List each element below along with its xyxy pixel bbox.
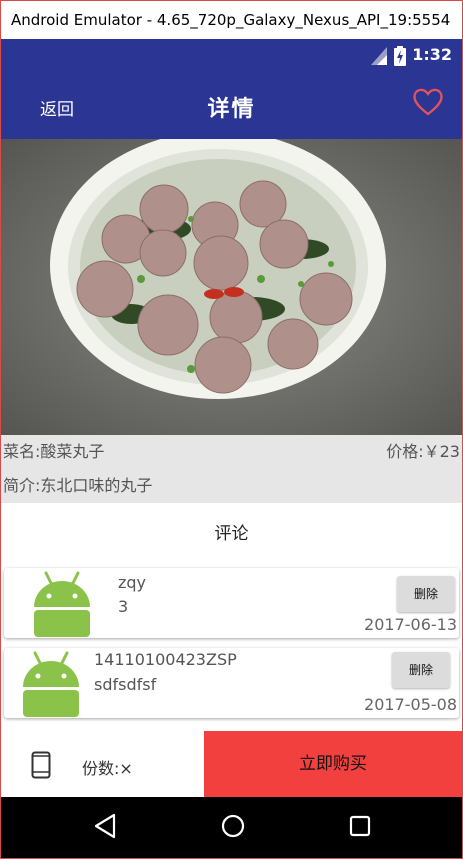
dish-image (1, 139, 462, 435)
status-bar: 1:32 (1, 39, 462, 73)
nav-back-icon[interactable] (93, 813, 117, 839)
signal-icon (371, 47, 387, 65)
comment-card: 14110100423ZSP sdfsdfsf 删除 2017-05-08 (4, 648, 459, 718)
system-nav-bar (1, 797, 462, 858)
comment-text: sdfsdfsf (94, 675, 157, 694)
delete-comment-button[interactable]: 删除 (397, 576, 455, 612)
android-avatar-icon (23, 651, 79, 717)
bottom-bar: 份数:× 立即购买 (1, 731, 462, 797)
app-bar: 返回 详情 (1, 73, 462, 139)
dish-intro: 简介:东北口味的丸子 (3, 476, 153, 495)
quantity-label[interactable]: 份数:× (82, 755, 133, 779)
comment-text: 3 (118, 597, 129, 616)
page-title: 详情 (207, 97, 256, 122)
comment-card: zqy 3 删除 2017-06-13 (4, 568, 459, 638)
nav-home-icon[interactable] (220, 813, 246, 839)
dish-price: 价格:￥23 (386, 442, 460, 461)
heart-icon[interactable] (412, 87, 444, 117)
battery-charging-icon (394, 46, 406, 66)
dish-name: 菜名:酸菜丸子 (3, 442, 105, 461)
comments-header: 评论 (1, 503, 462, 566)
status-time: 1:32 (412, 45, 452, 64)
emulator-frame: Android Emulator - 4.65_720p_Galaxy_Nexu… (0, 0, 463, 859)
comment-user: 14110100423ZSP (94, 650, 237, 669)
nav-recents-icon[interactable] (349, 815, 371, 837)
window-title: Android Emulator - 4.65_720p_Galaxy_Nexu… (1, 1, 462, 39)
android-avatar-icon (34, 571, 90, 637)
delete-comment-button[interactable]: 删除 (392, 652, 450, 688)
dish-info-row: 菜名:酸菜丸子 价格:￥23 (1, 435, 462, 461)
buy-now-button[interactable]: 立即购买 (204, 731, 462, 797)
phone-icon (31, 751, 51, 779)
dish-intro-row: 简介:东北口味的丸子 (1, 461, 462, 503)
comment-date: 2017-05-08 (364, 695, 457, 714)
comment-date: 2017-06-13 (364, 615, 457, 634)
comment-user: zqy (118, 573, 147, 592)
